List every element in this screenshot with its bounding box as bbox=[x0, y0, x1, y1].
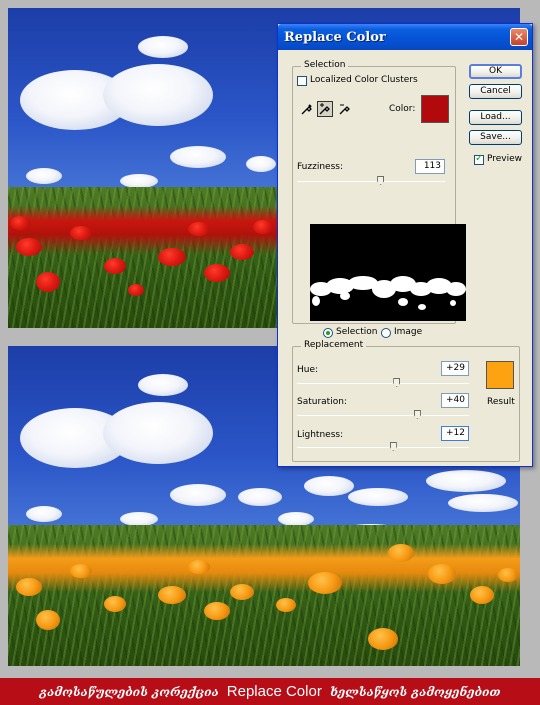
poppy bbox=[10, 216, 30, 230]
cloud bbox=[170, 146, 226, 168]
caption-banner: გამოსაწულების კორექცია Replace Color ხელ… bbox=[0, 678, 540, 705]
poppy bbox=[188, 222, 210, 236]
flower bbox=[158, 586, 186, 604]
flower bbox=[70, 564, 92, 578]
cloud bbox=[138, 36, 188, 58]
cloud bbox=[103, 64, 213, 126]
fuzziness-slider-track[interactable] bbox=[297, 181, 445, 182]
cloud bbox=[426, 470, 506, 492]
localized-color-clusters-checkbox[interactable] bbox=[297, 76, 307, 86]
cloud bbox=[138, 374, 188, 396]
poppy bbox=[204, 264, 230, 282]
result-label: Result bbox=[487, 397, 515, 407]
flower bbox=[16, 578, 42, 596]
cloud bbox=[304, 476, 354, 496]
saturation-slider-track[interactable] bbox=[297, 415, 469, 416]
replace-color-dialog: Replace Color ✕ Selection Localized Colo… bbox=[277, 23, 533, 467]
load-button[interactable]: Load... bbox=[469, 110, 522, 125]
localized-color-clusters-label: Localized Color Clusters bbox=[310, 75, 418, 85]
selection-group-label: Selection bbox=[301, 60, 349, 70]
cloud bbox=[278, 512, 314, 526]
caption-georgian-right: ხელსაწყოს გამოყენებით bbox=[329, 684, 501, 699]
selection-mask-preview bbox=[310, 224, 466, 321]
preview-label: Preview bbox=[487, 154, 523, 164]
cloud bbox=[120, 512, 158, 526]
flower bbox=[368, 628, 398, 650]
flower bbox=[204, 602, 230, 620]
replacement-group-label: Replacement bbox=[301, 340, 367, 350]
flower bbox=[188, 560, 210, 574]
dialog-title: Replace Color bbox=[284, 29, 386, 45]
cloud bbox=[26, 506, 62, 522]
lightness-slider-track[interactable] bbox=[297, 447, 469, 448]
view-image-label: Image bbox=[394, 327, 423, 337]
saturation-slider-thumb[interactable] bbox=[413, 410, 421, 419]
hue-slider-thumb[interactable] bbox=[393, 378, 401, 387]
hue-input[interactable]: +29 bbox=[441, 361, 469, 376]
cloud bbox=[348, 488, 408, 506]
poppy bbox=[36, 272, 60, 292]
fuzziness-label: Fuzziness: bbox=[297, 162, 343, 172]
close-button[interactable]: ✕ bbox=[510, 28, 528, 46]
cancel-button[interactable]: Cancel bbox=[469, 84, 522, 99]
view-image-radio[interactable] bbox=[381, 328, 391, 338]
eyedropper-add-icon[interactable] bbox=[317, 101, 333, 117]
selection-group: Selection Localized Color Clusters Color… bbox=[292, 60, 466, 338]
fuzziness-slider-thumb[interactable] bbox=[377, 176, 385, 185]
poppy bbox=[230, 244, 254, 260]
hue-slider-track[interactable] bbox=[297, 383, 469, 384]
selection-color-swatch[interactable] bbox=[421, 95, 449, 123]
saturation-label: Saturation: bbox=[297, 397, 347, 407]
save-button[interactable]: Save... bbox=[469, 130, 522, 145]
flower bbox=[276, 598, 296, 612]
flower bbox=[230, 584, 254, 600]
color-label: Color: bbox=[389, 104, 416, 114]
saturation-input[interactable]: +40 bbox=[441, 393, 469, 408]
preview-checkbox[interactable] bbox=[474, 153, 484, 165]
cloud bbox=[170, 484, 226, 506]
lightness-slider-thumb[interactable] bbox=[389, 442, 397, 451]
poppy bbox=[104, 258, 126, 274]
poppy bbox=[70, 226, 92, 240]
close-icon: ✕ bbox=[513, 30, 525, 44]
replacement-group: Replacement Hue: +29 Saturation: +40 Lig… bbox=[292, 340, 520, 462]
poppy bbox=[16, 238, 42, 256]
flower bbox=[428, 564, 456, 584]
eyedropper-subtract-icon[interactable] bbox=[337, 101, 353, 117]
poppy bbox=[158, 248, 186, 266]
flower bbox=[470, 586, 494, 604]
flower bbox=[388, 544, 414, 562]
flower bbox=[36, 610, 60, 630]
cloud bbox=[448, 494, 518, 512]
poppy bbox=[128, 284, 144, 296]
caption-replace-color: Replace Color bbox=[226, 683, 322, 700]
view-selection-label: Selection bbox=[336, 327, 378, 337]
result-color-swatch[interactable] bbox=[486, 361, 514, 389]
cloud bbox=[26, 168, 62, 184]
flower bbox=[104, 596, 126, 612]
flower bbox=[308, 572, 342, 594]
cloud bbox=[120, 174, 158, 188]
cloud bbox=[103, 402, 213, 464]
view-selection-radio[interactable] bbox=[323, 328, 333, 338]
hue-label: Hue: bbox=[297, 365, 319, 375]
fuzziness-input[interactable]: 113 bbox=[415, 159, 445, 174]
eyedropper-icon[interactable] bbox=[299, 101, 315, 117]
caption-georgian-left: გამოსაწულების კორექცია bbox=[39, 684, 219, 699]
lightness-input[interactable]: +12 bbox=[441, 426, 469, 441]
lightness-label: Lightness: bbox=[297, 430, 344, 440]
cloud bbox=[238, 488, 282, 506]
ok-button[interactable]: OK bbox=[469, 64, 522, 79]
cloud bbox=[246, 156, 276, 172]
title-bar[interactable]: Replace Color bbox=[278, 24, 532, 50]
poppy bbox=[253, 220, 273, 234]
flower bbox=[498, 568, 518, 582]
